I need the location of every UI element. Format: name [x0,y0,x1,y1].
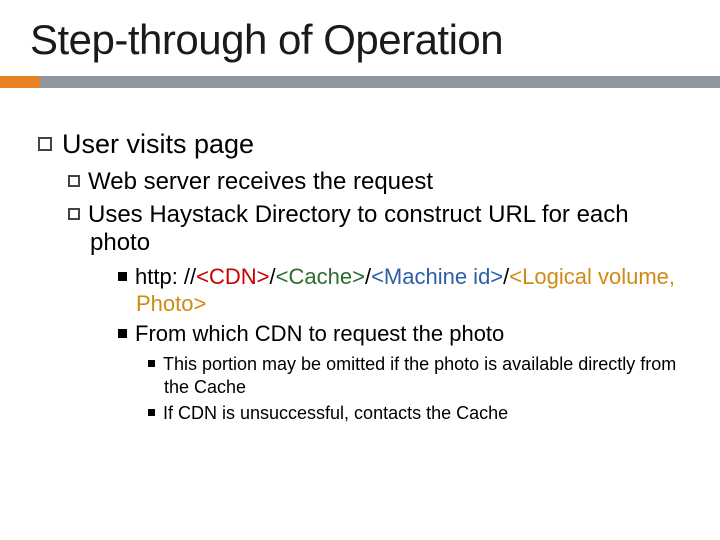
slide: Step-through of Operation User visits pa… [0,0,720,540]
bullet-text: Web server receives the request [88,168,433,195]
square-filled-bullet-icon [118,329,127,338]
url-cdn: <CDN> [196,264,269,289]
square-open-bullet-icon [68,175,80,187]
level-4-group: This portion may be omitted if the photo… [148,353,690,425]
bullet-level-4: This portion may be omitted if the photo… [148,353,690,398]
bullet-text: Uses Haystack Directory to construct URL… [88,201,629,257]
bullet-level-3-url: http: //<CDN>/<Cache>/<Machine id>/<Logi… [118,264,690,317]
bullet-level-4: If CDN is unsuccessful, contacts the Cac… [148,402,690,425]
bullet-text: From which CDN to request the photo [135,321,504,346]
slide-title: Step-through of Operation [30,16,503,64]
square-filled-bullet-icon [148,360,155,367]
bullet-level-2: Web server receives the request [68,168,690,197]
slide-content: User visits page Web server receives the… [38,128,690,429]
bullet-text: User visits page [62,129,254,159]
square-open-bullet-icon [68,208,80,220]
bullet-text: If CDN is unsuccessful, contacts the Cac… [163,403,508,423]
level-2-group: Web server receives the request Uses Hay… [68,168,690,425]
square-filled-bullet-icon [148,409,155,416]
square-open-bullet-icon [38,137,52,151]
level-3-group: http: //<CDN>/<Cache>/<Machine id>/<Logi… [118,264,690,425]
url-machine: <Machine id> [371,264,503,289]
bullet-level-3: From which CDN to request the photo [118,321,690,347]
accent-bar-grey [40,76,720,88]
url-cache: <Cache> [276,264,365,289]
square-filled-bullet-icon [118,272,127,281]
bullet-level-1: User visits page [38,128,690,162]
bullet-level-2: Uses Haystack Directory to construct URL… [68,201,690,259]
url-prefix: http: // [135,264,196,289]
bullet-text: This portion may be omitted if the photo… [163,354,676,397]
accent-bar-orange [0,76,40,88]
